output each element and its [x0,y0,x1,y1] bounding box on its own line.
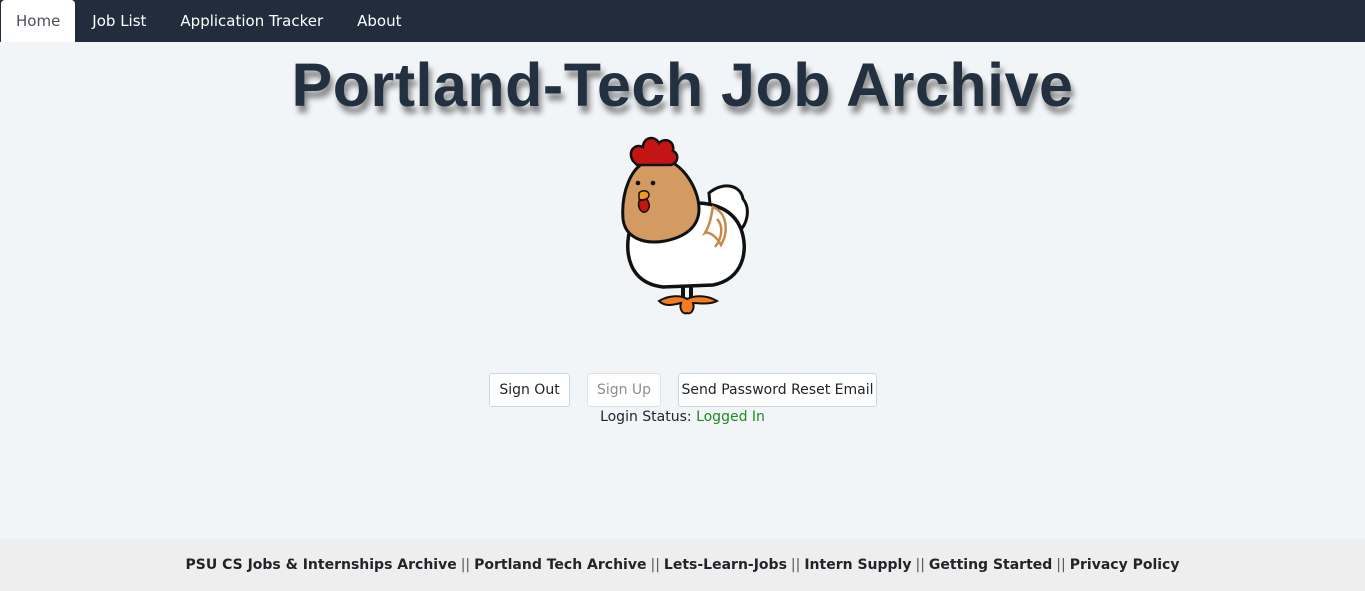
footer-link-psu-cs[interactable]: PSU CS Jobs & Internships Archive [186,557,457,573]
tab-home[interactable]: Home [1,0,76,42]
auth-button-row: Sign Out Sign Up Send Password Reset Ema… [0,373,1365,407]
tab-job-list[interactable]: Job List [75,0,163,42]
footer-separator: || [460,557,471,573]
page-title: Portland-Tech Job Archive [291,51,1074,119]
footer: PSU CS Jobs & Internships Archive || Por… [0,539,1365,591]
login-status-value: Logged In [696,409,765,425]
password-reset-button[interactable]: Send Password Reset Email [678,373,877,407]
footer-link-privacy-policy[interactable]: Privacy Policy [1070,557,1180,573]
footer-link-lets-learn[interactable]: Lets-Learn-Jobs [664,557,787,573]
login-status-label: Login Status: [600,409,692,425]
footer-link-getting-started[interactable]: Getting Started [929,557,1052,573]
top-navbar: Home Job List Application Tracker About [0,0,1365,42]
footer-separator: || [650,557,660,573]
sign-up-button[interactable]: Sign Up [587,373,661,407]
chicken-icon [621,136,749,315]
footer-separator: || [1056,557,1066,573]
footer-link-portland-tech[interactable]: Portland Tech Archive [474,557,646,573]
footer-link-intern-supply[interactable]: Intern Supply [804,557,911,573]
sign-out-button[interactable]: Sign Out [489,373,570,407]
tab-about[interactable]: About [340,0,418,42]
login-status: Login Status: Logged In [0,409,1365,425]
tab-application-tracker[interactable]: Application Tracker [163,0,340,42]
footer-separator: || [790,557,801,573]
footer-separator: || [915,557,925,573]
